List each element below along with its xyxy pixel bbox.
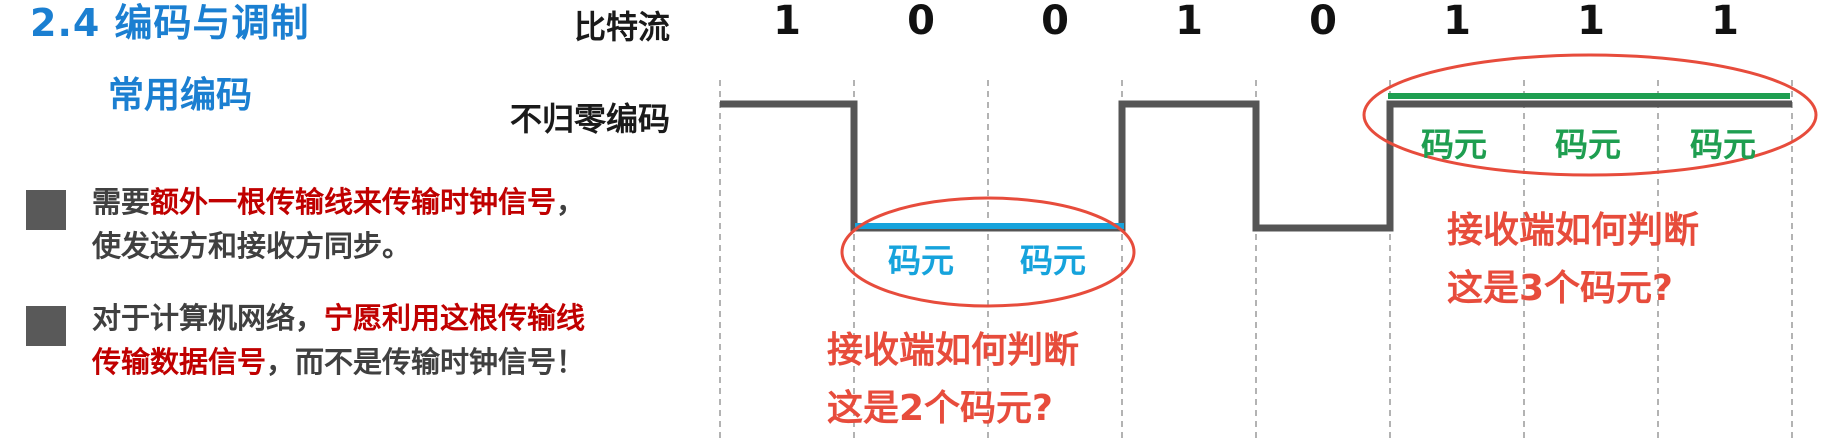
question-3-symbols-line2: 这是3个码元? (1447, 268, 1673, 309)
symbol-label-blue-1: 码元 (888, 241, 954, 280)
question-3-symbols-line1: 接收端如何判断 (1447, 210, 1699, 251)
question-2-symbols-line2: 这是2个码元? (827, 388, 1053, 429)
symbol-label-blue-2: 码元 (1020, 241, 1086, 280)
symbol-label-green-1: 码元 (1421, 125, 1487, 164)
nrz-waveform-diagram: 码元 码元 码元 码元 码元 接收端如何判断 这是2个码元? 接收端如何判断 这… (719, 53, 1818, 441)
symbol-label-green-3: 码元 (1690, 125, 1756, 164)
question-2-symbols-line1: 接收端如何判断 (827, 330, 1079, 371)
symbol-label-green-2: 码元 (1555, 125, 1621, 164)
